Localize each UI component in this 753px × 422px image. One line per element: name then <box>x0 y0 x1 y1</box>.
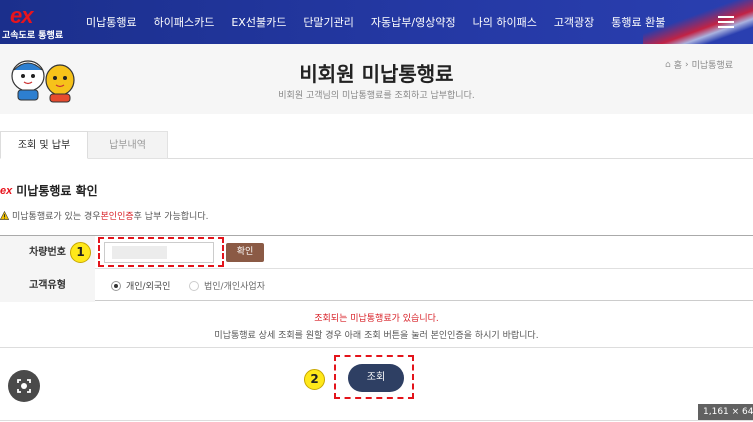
radio-corporate-label: 법인/개인사업자 <box>204 282 265 292</box>
callout-box-search <box>334 355 414 399</box>
tab-bar: 조회 및 납부 납부내역 <box>0 131 753 159</box>
nav-item-unpaid-toll[interactable]: 미납통행료 <box>86 14 137 30</box>
radio-unchecked-icon <box>189 280 199 291</box>
image-size-badge: 1,161 × 641 <box>698 404 753 420</box>
nav-item-device-management[interactable]: 단말기관리 <box>303 14 354 30</box>
main-nav: 미납통행료 하이패스카드 EX선불카드 단말기관리 자동납부/영상약정 나의 하… <box>86 0 682 44</box>
warning-icon <box>0 211 9 220</box>
confirm-button[interactable]: 확인 <box>226 243 264 262</box>
home-icon[interactable]: ⌂ <box>665 60 671 70</box>
tab-payment-history[interactable]: 납부내역 <box>88 131 168 159</box>
notice-auth-link[interactable]: 본인인증 <box>101 209 134 222</box>
breadcrumb-current: 미납통행료 <box>691 61 733 71</box>
radio-individual[interactable]: 개인/외국인 <box>111 279 170 292</box>
page-title: 비회원 미납통행료 <box>299 62 454 86</box>
top-navigation-bar: ex 고속도로 통행료 미납통행료 하이패스카드 EX선불카드 단말기관리 자동… <box>0 0 753 44</box>
section-title-text: 미납통행료 확인 <box>16 184 98 198</box>
lens-glyph-icon <box>17 379 31 393</box>
radio-corporate[interactable]: 법인/개인사업자 <box>189 279 265 292</box>
step-marker-1: 1 <box>70 242 91 263</box>
logo-text: ex <box>10 3 34 28</box>
section-title: ex 미납통행료 확인 <box>0 182 98 199</box>
nav-item-auto-payment[interactable]: 자동납부/영상약정 <box>371 14 456 30</box>
step-marker-2: 2 <box>304 369 325 390</box>
notice-text: 미납통행료가 있는 경우 본인인증 후 납부 가능합니다. <box>0 209 208 222</box>
logo-subtitle: 고속도로 통행료 <box>2 31 64 41</box>
hamburger-menu-icon[interactable] <box>718 16 734 28</box>
result-message: 조회되는 미납통행료가 있습니다. 미납통행료 상세 조회를 원할 경우 아래 … <box>0 301 753 348</box>
callout-box-plate <box>98 237 224 267</box>
result-guide: 미납통행료 상세 조회를 원할 경우 아래 조회 버튼을 눌러 본인인증을 하시… <box>214 331 539 341</box>
form-row-customer-type: 고객유형 개인/외국인 법인/개인사업자 <box>0 269 753 302</box>
lens-icon[interactable] <box>8 370 40 402</box>
notice-post: 후 납부 가능합니다. <box>133 212 209 222</box>
nav-item-ex-prepaid-card[interactable]: EX선불카드 <box>231 14 286 30</box>
radio-checked-icon <box>111 280 121 291</box>
breadcrumb-separator: › <box>684 59 689 70</box>
nav-item-customer-square[interactable]: 고객광장 <box>554 14 594 30</box>
divider <box>0 420 753 421</box>
nav-item-hipass-card[interactable]: 하이패스카드 <box>154 14 215 30</box>
result-status: 조회되는 미납통행료가 있습니다. <box>314 314 439 324</box>
radio-individual-label: 개인/외국인 <box>126 282 171 292</box>
nav-decoration <box>643 0 753 44</box>
nav-item-my-hipass[interactable]: 나의 하이패스 <box>473 14 537 30</box>
ex-logo[interactable]: ex 고속도로 통행료 <box>2 3 78 41</box>
customer-type-label: 고객유형 <box>0 269 95 302</box>
notice-pre: 미납통행료가 있는 경우 <box>12 212 101 222</box>
breadcrumb-home[interactable]: 홈 <box>674 58 682 71</box>
breadcrumb: ⌂ 홈 › 미납통행료 <box>665 58 733 72</box>
page-banner: 비회원 미납통행료 비회원 고객님의 미납통행료를 조회하고 납부합니다. ⌂ … <box>0 44 753 114</box>
ex-mini-logo: ex <box>0 184 13 197</box>
tab-inquiry-payment[interactable]: 조회 및 납부 <box>0 131 88 159</box>
page-subtitle: 비회원 고객님의 미납통행료를 조회하고 납부합니다. <box>278 91 475 101</box>
